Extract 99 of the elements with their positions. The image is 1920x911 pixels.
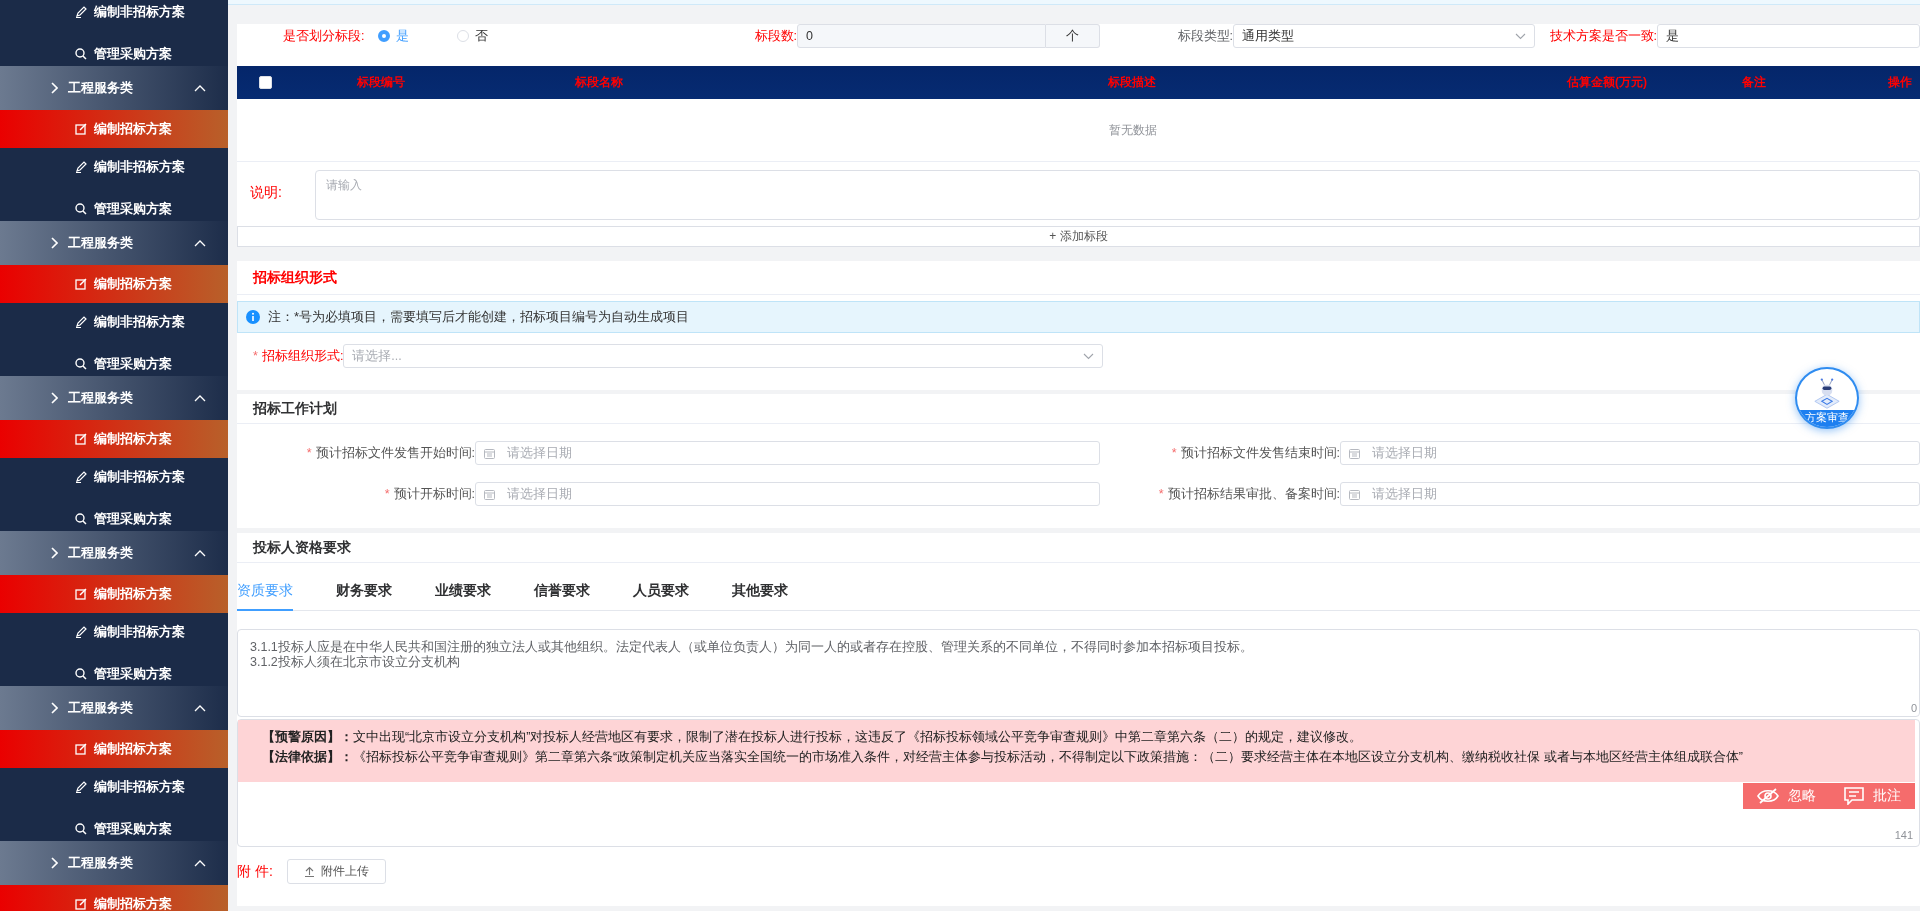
pen-icon [75, 316, 87, 328]
edit-icon [75, 743, 87, 755]
sidebar-item[interactable]: 编制非招标方案 [0, 458, 228, 496]
column-header: 标段名称 [575, 75, 623, 89]
pen-icon [75, 161, 87, 173]
pen-icon [75, 626, 87, 638]
calendar-icon [1349, 447, 1360, 459]
edit-icon [75, 588, 87, 600]
sidebar-item[interactable]: 编制招标方案 [0, 575, 228, 613]
pen-icon [75, 781, 87, 793]
comment-icon [1844, 787, 1864, 805]
edit-icon [75, 433, 87, 445]
number-input[interactable]: 0 [797, 24, 1046, 48]
column-header: 备注 [1742, 75, 1766, 89]
chevron-right-icon [50, 857, 58, 869]
sidebar-item[interactable]: 管理采购方案 [0, 496, 228, 531]
required-mark: * [306, 446, 312, 460]
column-header: 标段编号 [357, 75, 405, 89]
sidebar-item[interactable]: 编制非招标方案 [0, 0, 228, 31]
search-icon [75, 357, 87, 370]
edit-icon [75, 278, 87, 290]
info-icon [246, 310, 260, 324]
char-counter: 0 [1910, 701, 1917, 716]
search-icon [75, 667, 87, 680]
pen-icon [75, 6, 87, 18]
add-segment-button[interactable]: + 添加标段 [237, 226, 1920, 247]
column-header: 标段描述 [1108, 75, 1156, 89]
section-title: 投标人资格要求 [253, 538, 351, 557]
alert-text: 注：*号为必填项目，需要填写后才能创建，招标项目编号为自动生成项目 [268, 308, 690, 326]
upload-icon [303, 866, 315, 877]
sidebar-item[interactable]: 管理采购方案 [0, 341, 228, 376]
tab[interactable]: 信誉要求 [534, 573, 590, 611]
radio-option[interactable]: 否 [457, 27, 489, 45]
required-mark: * [1158, 487, 1164, 501]
sidebar-item[interactable]: 编制招标方案 [0, 265, 228, 303]
field-label: 标段类型: [1177, 28, 1233, 43]
sidebar-item[interactable]: 编制非招标方案 [0, 613, 228, 651]
sidebar-item[interactable]: 编制招标方案 [0, 885, 228, 911]
field-label: 预计开标时间: [393, 485, 475, 503]
pen-icon [75, 471, 87, 483]
field-label: 技术方案是否一致: [1549, 28, 1657, 43]
column-header: 操作 [1888, 75, 1912, 89]
section-title: 招标组织形式 [253, 268, 337, 287]
chevron-down-icon [1083, 352, 1095, 360]
chevron-down-icon [1515, 32, 1526, 40]
sidebar-item[interactable]: 编制招标方案 [0, 110, 228, 148]
search-icon [75, 512, 87, 525]
tab[interactable]: 财务要求 [336, 573, 392, 611]
calendar-icon [1349, 488, 1360, 500]
required-mark: * [384, 487, 390, 501]
tab[interactable]: 其他要求 [732, 573, 788, 611]
eye-off-icon [1757, 788, 1779, 804]
robot-icon [1812, 377, 1842, 410]
required-mark: * [1171, 446, 1177, 460]
upload-button[interactable]: 附件上传 [286, 859, 386, 884]
chevron-right-icon [50, 547, 58, 559]
chevron-right-icon [50, 392, 58, 404]
select-field[interactable]: 通用类型 [1233, 24, 1535, 48]
sidebar-item[interactable]: 管理采购方案 [0, 806, 228, 841]
required-mark: * [253, 349, 258, 363]
edit-icon [75, 123, 87, 135]
search-icon [75, 202, 87, 215]
sidebar-item[interactable]: 编制非招标方案 [0, 768, 228, 806]
char-counter: 141 [1894, 828, 1914, 843]
sidebar-item[interactable]: 管理采购方案 [0, 186, 228, 221]
chevron-right-icon [50, 702, 58, 714]
sidebar-item[interactable]: 编制非招标方案 [0, 303, 228, 341]
edit-icon [75, 898, 87, 910]
unit-addon: 个 [1046, 24, 1100, 48]
textarea-field[interactable]: 3.1.1投标人应是在中华人民共和国注册的独立法人或其他组织。法定代表人（或单位负责人）为同一人的或者存在控股、管理关系的不同单位，不得同时参加本招标项目投标。 3.1.2投标人须在北京市设立分支机构 0 [237, 629, 1920, 717]
field-label: 预计招标文件发售结束时间: [1180, 444, 1340, 462]
sidebar-item[interactable]: 管理采购方案 [0, 651, 228, 686]
search-icon [75, 822, 87, 835]
field-label: 预计招标结果审批、备案时间: [1167, 485, 1340, 503]
field-label: 是否划分标段: [283, 27, 365, 45]
column-header: 估算金额(万元) [1567, 75, 1647, 89]
calendar-icon [484, 488, 495, 500]
calendar-icon [484, 447, 495, 459]
warning-text: 【法律依据】：《招标投标公平竞争审查规则》第二章第六条“政策制定机关应当落实全国统一的市场准入条件，对经营主体参与投标活动，不得制定以下政策措施：（二）要求经营主体在本地区设立分支机构、缴纳税收社保 或者与本地区经营主体组成联合体” [262, 750, 1744, 764]
field-label: 附 件: [237, 862, 273, 881]
sidebar-item[interactable]: 编制非招标方案 [0, 148, 228, 186]
sidebar-item[interactable]: 编制招标方案 [0, 420, 228, 458]
checkbox[interactable] [259, 76, 272, 89]
field-label: 说明: [249, 183, 283, 202]
chevron-right-icon [50, 82, 58, 94]
sidebar-item[interactable]: 编制招标方案 [0, 730, 228, 768]
requirement-text: 3.1.1投标人应是在中华人民共和国注册的独立法人或其他组织。法定代表人（或单位负责人）为同一人的或者存在控股、管理关系的不同单位，不得同时参加本招标项目投标。 3.1.2投标人须在北京市设立分支机构 [250, 640, 1254, 670]
field-label: 预计招标文件发售开始时间: [315, 444, 475, 462]
chevron-right-icon [50, 237, 58, 249]
field-label: 招标组织形式: [261, 347, 344, 365]
field-label: 标段数: [754, 28, 797, 43]
input-field[interactable]: 是 [1657, 24, 1920, 48]
tab[interactable]: 人员要求 [633, 573, 689, 611]
empty-text: 暂无数据 [1109, 121, 1157, 139]
sidebar-item[interactable]: 管理采购方案 [0, 31, 228, 66]
section-title: 招标工作计划 [253, 399, 337, 418]
tab[interactable]: 业绩要求 [435, 573, 491, 611]
warning-text: 【预警原因】：文中出现“北京市设立分支机构”对投标人经营地区有要求，限制了潜在投标人进行投标，这违反了《招标投标领域公平竞争审查规则》中第二章第六条（二）的规定，建议修改。 [262, 730, 1364, 744]
search-icon [75, 47, 87, 60]
